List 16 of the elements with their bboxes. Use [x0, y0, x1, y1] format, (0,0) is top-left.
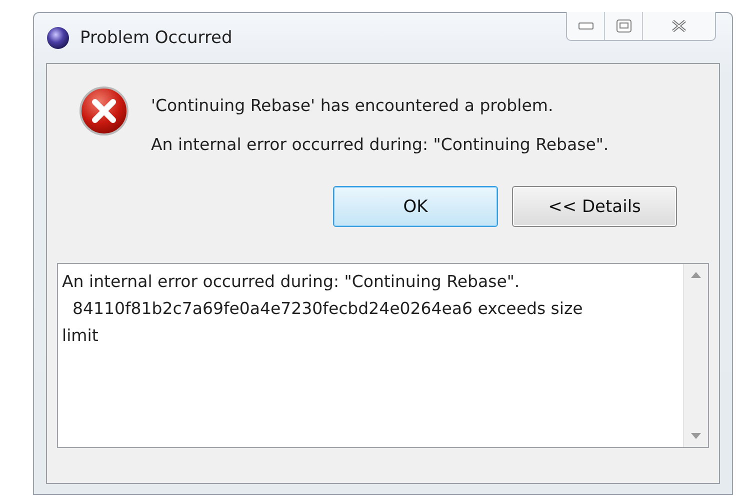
details-button[interactable]: << Details	[512, 186, 677, 227]
scroll-down-icon[interactable]	[691, 433, 701, 439]
details-text: An internal error occurred during: "Continuing Rebase".	[62, 271, 521, 293]
error-icon	[79, 86, 129, 136]
minimize-icon	[578, 22, 594, 30]
error-headline: 'Continuing Rebase' has encountered a problem.	[151, 96, 554, 115]
app-sphere-icon	[46, 26, 70, 50]
details-text: 84110f81b2c7a69fe0a4e7230fecbd24e0264ea6 exceeds size limit	[62, 298, 584, 347]
scroll-up-icon[interactable]	[691, 272, 701, 278]
maximize-icon	[616, 19, 632, 33]
window-title: Problem Occurred	[80, 28, 232, 48]
error-message: An internal error occurred during: "Continuing Rebase".	[151, 135, 609, 154]
details-text-area[interactable]: An internal error occurred during: "Continuing Rebase". 84110f81b2c7a69fe0a4e7230fecbd24e0264ea6 exceeds size limit	[57, 263, 709, 448]
close-icon	[671, 19, 687, 33]
scrollbar[interactable]	[683, 264, 708, 447]
ok-button[interactable]: OK	[333, 186, 498, 227]
